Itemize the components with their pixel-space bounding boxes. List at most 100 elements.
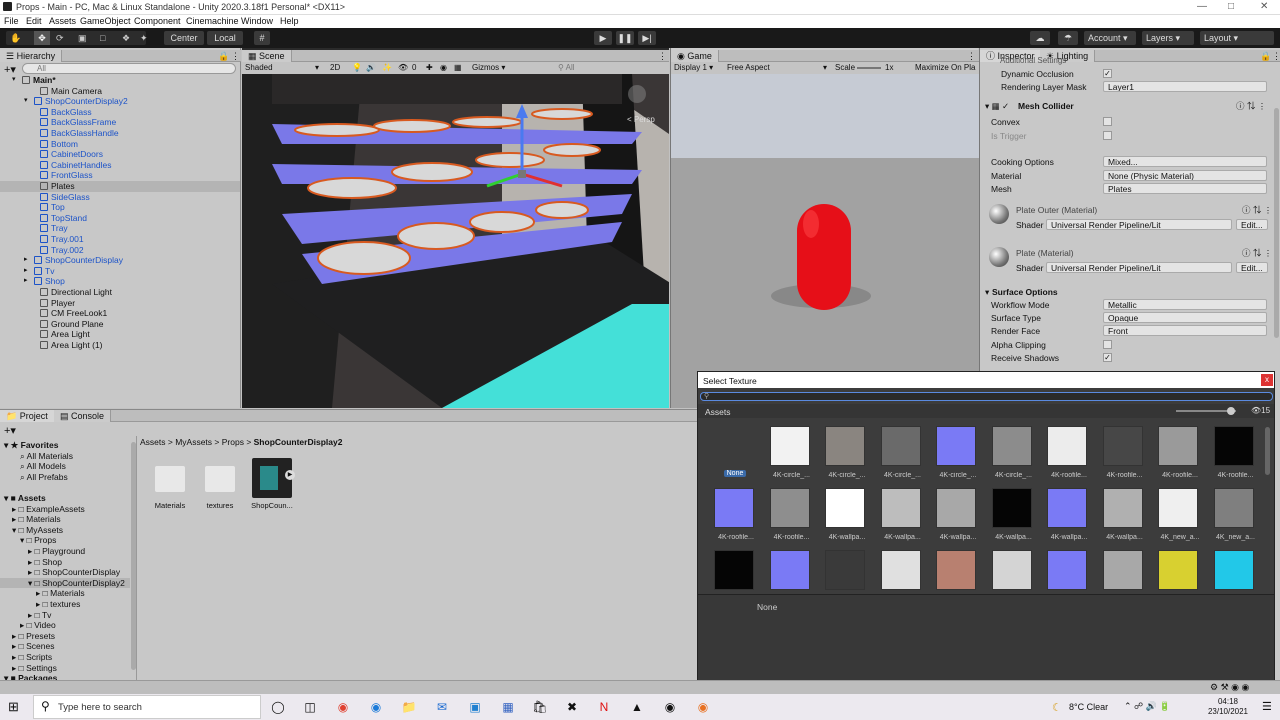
hierarchy-item[interactable]: FrontGlass (0, 170, 240, 181)
material-header[interactable]: Plate Outer (Material) ⓘ ⇅ ⋮ (984, 204, 1272, 224)
tab-scene[interactable]: ▦ Scene (242, 50, 292, 62)
texture-item[interactable]: 4K-wallpa... (934, 488, 982, 544)
transform-tool-icon[interactable]: ❖ (122, 31, 130, 45)
texture-item[interactable]: 4K-wallpa... (823, 488, 871, 544)
shader-dropdown[interactable]: Universal Render Pipeline/Lit (1046, 262, 1232, 273)
folder-textures-icon[interactable] (205, 466, 235, 492)
hierarchy-item[interactable]: Player (0, 298, 240, 309)
texture-item[interactable]: 4K-roofile... (1101, 426, 1149, 482)
checkbox[interactable]: ✓ (1103, 69, 1112, 78)
texture-item[interactable]: 4K-roofile... (1156, 426, 1204, 482)
services-cloud-icon[interactable]: ☂ (1058, 31, 1078, 45)
menu-component[interactable]: Component (134, 16, 181, 26)
project-tree-item[interactable]: ▾ □ MyAssets (12, 525, 63, 536)
minimize-icon[interactable]: — (1197, 1, 1207, 12)
notifications-icon[interactable]: ☰ (1262, 700, 1272, 713)
texture-item[interactable]: 4K-roofile... (1045, 426, 1093, 482)
pivot-local-button[interactable]: Local (207, 31, 243, 45)
checkbox[interactable] (1103, 340, 1112, 349)
texture-search-input[interactable]: ⚲ (700, 392, 1273, 401)
texture-item[interactable]: 4K-wallpa... (990, 488, 1038, 544)
project-tree-item[interactable]: ▸ □ textures (36, 599, 80, 610)
component-settings-icon[interactable]: ⓘ ⇅ ⋮ (1236, 100, 1266, 112)
field-value[interactable]: Metallic (1103, 299, 1267, 310)
hierarchy-item[interactable]: TopStand (0, 213, 240, 224)
tab-project[interactable]: 📁 Project (0, 410, 55, 422)
breadcrumb-assets[interactable]: Assets (140, 437, 166, 447)
texture-item[interactable]: 4K-circle_... (990, 426, 1038, 482)
hierarchy-search-input[interactable]: All (22, 63, 236, 74)
shading-mode-dropdown[interactable]: Shaded ▾ (245, 62, 323, 74)
project-tree-item[interactable]: ▾ ★ Favorites (4, 440, 58, 451)
texture-item[interactable]: 4K-wallpa... (1045, 488, 1093, 544)
texture-item[interactable] (1101, 550, 1149, 592)
game-kebab-icon[interactable]: ⋮ (967, 50, 976, 62)
hierarchy-item[interactable]: Top (0, 202, 240, 213)
project-tree-item[interactable]: ▸ □ ExampleAssets (12, 504, 85, 515)
texture-grid-scrollbar[interactable] (1265, 427, 1270, 475)
project-tree-item[interactable]: ▸ □ Tv (28, 610, 51, 621)
chrome-icon[interactable]: ◉ (331, 696, 355, 718)
project-tree-item[interactable]: ⌕ All Prefabs (20, 472, 68, 483)
netflix-icon[interactable]: N (592, 696, 616, 718)
hierarchy-item[interactable]: Tray.001 (0, 234, 240, 245)
texture-item[interactable] (934, 550, 982, 592)
weather-text[interactable]: 8°C Clear (1069, 702, 1108, 712)
mail-icon[interactable]: ✉ (430, 696, 454, 718)
menu-edit[interactable]: Edit (26, 16, 42, 26)
hierarchy-item[interactable]: Tray (0, 223, 240, 234)
texture-item[interactable]: 4K-roofile... (712, 488, 760, 544)
project-tree-item[interactable]: ▸ □ Presets (12, 631, 55, 642)
mesh-collider-fold-icon[interactable]: ▾ ▦ ✓ (985, 100, 1009, 112)
menu-cinemachine[interactable]: Cinemachine (186, 16, 239, 26)
hierarchy-item[interactable]: CabinetDoors (0, 149, 240, 160)
field-value[interactable]: Opaque (1103, 312, 1267, 323)
folder-materials-icon[interactable] (155, 466, 185, 492)
clock-date[interactable]: 23/10/2021 (1200, 707, 1256, 716)
texture-item[interactable]: 4K-circle_... (879, 426, 927, 482)
breadcrumb-props[interactable]: Props (222, 437, 244, 447)
material-menu-icon[interactable]: ⓘ ⇅ ⋮ (1242, 204, 1272, 216)
edit-shader-button[interactable]: Edit... (1236, 262, 1268, 273)
hierarchy-item[interactable]: Tray.002 (0, 245, 240, 256)
task-view-icon[interactable]: ◫ (298, 696, 322, 718)
pivot-center-button[interactable]: Center (164, 31, 204, 45)
unity-hub-icon[interactable]: ▲ (625, 696, 649, 718)
clock-time[interactable]: 04:18 (1210, 697, 1246, 706)
inspector-kebab-icon[interactable]: ⋮ (1272, 50, 1280, 62)
project-tree-item[interactable]: ▸ □ ShopCounterDisplay (28, 567, 120, 578)
hand-tool-icon[interactable]: ✋ (10, 31, 21, 45)
project-tree-item[interactable]: ▸ □ Video (20, 620, 56, 631)
edge-icon[interactable]: ◉ (364, 696, 388, 718)
texture-item[interactable] (990, 550, 1038, 592)
blender-icon[interactable]: ◉ (691, 696, 715, 718)
mesh-collider-header[interactable]: ▾ ▦ ✓ Mesh Collider ⓘ ⇅ ⋮ (984, 100, 1272, 112)
system-tray-icons[interactable]: ⌃ ☍ 🔊 🔋 (1124, 701, 1171, 712)
mode-2d-toggle[interactable]: 2D (330, 62, 340, 74)
rotate-tool-icon[interactable]: ⟳ (56, 31, 64, 45)
texture-item[interactable]: 4K-roofile... (1212, 426, 1260, 482)
expanded-arrow-icon[interactable]: ▾ (12, 75, 16, 86)
project-tree-item[interactable]: ⌕ All Materials (20, 451, 73, 462)
custom-tool-icon[interactable]: ✦ (140, 31, 148, 45)
texture-item[interactable]: 4K_new_a... (1156, 488, 1204, 544)
scene-search-input[interactable]: ⚲ All (558, 62, 575, 74)
scene-viewport[interactable]: < Persp (242, 74, 669, 408)
texture-item[interactable] (712, 550, 760, 592)
field-value[interactable]: None (Physic Material) (1103, 170, 1267, 181)
field-value[interactable]: Plates (1103, 183, 1267, 194)
project-tree-item[interactable]: ▸ □ Scenes (12, 641, 54, 652)
hierarchy-item[interactable]: Area Light (0, 329, 240, 340)
collapsed-arrow-icon[interactable]: ▸ (24, 255, 28, 266)
checkbox[interactable] (1103, 131, 1112, 140)
tab-game[interactable]: ◉ Game (671, 50, 719, 62)
project-tree-item[interactable]: ⌕ All Models (20, 461, 66, 472)
texture-item[interactable] (823, 550, 871, 592)
menu-file[interactable]: File (4, 16, 19, 26)
camera-icon[interactable]: ◉ (440, 62, 447, 74)
aspect-dropdown[interactable]: Free Aspect ▾ (727, 62, 827, 74)
texture-item[interactable] (1212, 550, 1260, 592)
display-dropdown[interactable]: Display 1 ▾ (674, 62, 713, 74)
layout-dropdown[interactable]: Layout ▾ (1200, 31, 1274, 45)
hierarchy-item[interactable]: ▾ Main* (0, 75, 240, 86)
